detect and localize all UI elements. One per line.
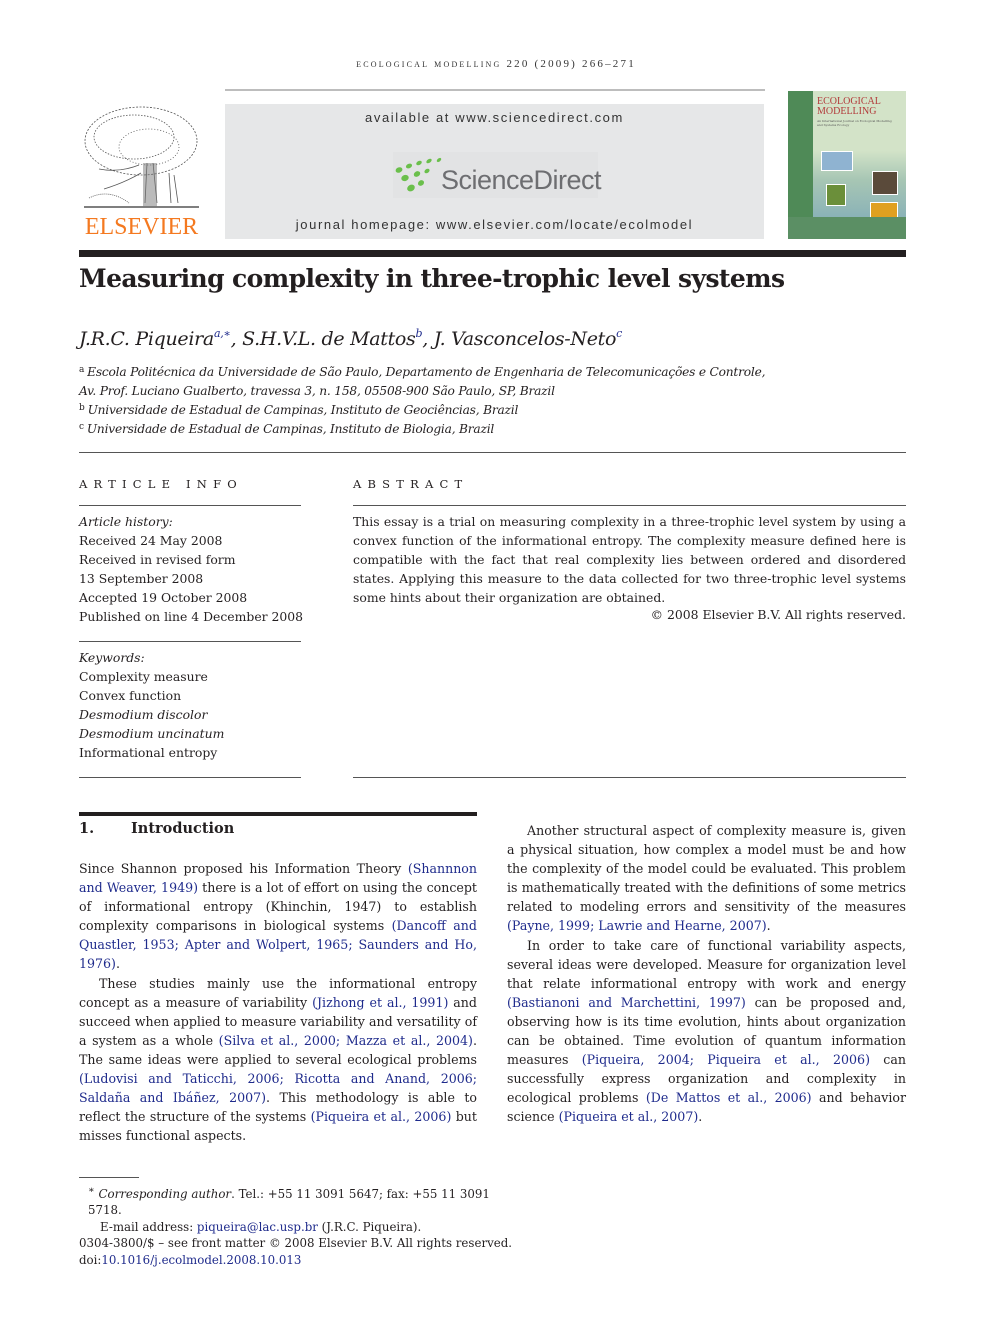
history-item: Received in revised form	[79, 552, 236, 567]
journal-homepage-link[interactable]: journal homepage: www.elsevier.com/locat…	[225, 217, 764, 232]
elsevier-wordmark: ELSEVIER	[84, 214, 199, 240]
article-info-heading: ARTICLE INFO	[79, 477, 243, 491]
paragraph: These studies mainly use the information…	[79, 974, 477, 1146]
history-item: 13 September 2008	[79, 571, 204, 586]
abstract-bottom-rule	[353, 777, 906, 778]
keywords-label: Keywords:	[79, 650, 145, 665]
footnote-rule	[79, 1177, 139, 1178]
email-link[interactable]: piqueira@lac.usp.br	[197, 1220, 318, 1234]
author-list: J.R.C. Piqueiraa,∗, S.H.V.L. de Mattosb,…	[79, 327, 623, 350]
abstract-copyright: © 2008 Elsevier B.V. All rights reserved…	[650, 607, 906, 622]
article-info-rule	[79, 505, 301, 506]
article-info-bottom-rule	[79, 777, 301, 778]
doi-link[interactable]: 10.1016/j.ecolmodel.2008.10.013	[101, 1253, 301, 1267]
front-matter: 0304-3800/$ – see front matter © 2008 El…	[79, 1236, 513, 1251]
author-name: J. Vasconcelos-Neto	[433, 328, 617, 350]
affiliation-b: b Universidade de Estadual de Campinas, I…	[79, 403, 519, 417]
cover-title: ECOLOGICAL MODELLING	[817, 96, 881, 117]
email-note: E-mail address: piqueira@lac.usp.br (J.R…	[100, 1219, 422, 1234]
corresponding-author-note: ∗ Corresponding author. Tel.: +55 11 309…	[88, 1185, 490, 1218]
abstract-rule	[353, 505, 906, 506]
body-text: .	[115, 956, 120, 972]
sciencedirect-dots-icon	[395, 157, 442, 192]
author-name: S.H.V.L. de Mattos	[242, 328, 416, 350]
body-text: .	[766, 918, 771, 934]
abstract-text: This essay is a trial on measuring compl…	[353, 514, 906, 606]
body-text: .	[698, 1109, 703, 1125]
citation-link[interactable]: (Silva et al., 2000; Mazza et al., 2004)	[219, 1033, 473, 1048]
keyword: Desmodium discolor	[79, 707, 208, 722]
citation-link[interactable]: (Piqueira et al., 2006)	[311, 1109, 452, 1124]
citation-link[interactable]: (Bastianoni and Marchettini, 1997)	[507, 995, 746, 1010]
affiliation-rule	[79, 452, 906, 453]
abstract-heading: ABSTRACT	[353, 477, 469, 491]
keywords: Keywords: Complexity measure Convex func…	[79, 648, 309, 762]
body-text: Another structural aspect of complexity …	[507, 823, 906, 915]
keyword: Informational entropy	[79, 745, 218, 760]
running-head: ecological modelling 220 (2009) 266–271	[356, 58, 636, 70]
keyword: Convex function	[79, 688, 182, 703]
body-text: In order to take care of functional vari…	[507, 937, 906, 991]
body-text: Since Shannon proposed his Information T…	[79, 861, 408, 876]
citation-link[interactable]: (Piqueira et al., 2007)	[559, 1109, 699, 1124]
keywords-rule	[79, 641, 301, 642]
cover-image-forest	[872, 171, 898, 195]
cover-subtitle: An International Journal on Ecological M…	[817, 119, 892, 127]
available-at-link[interactable]: available at www.sciencedirect.com	[225, 110, 764, 125]
doi-line: doi:10.1016/j.ecolmodel.2008.10.013	[79, 1252, 302, 1267]
section-title: Introduction	[131, 820, 235, 837]
footnotes: ∗ Corresponding author. Tel.: +55 11 309…	[79, 1183, 519, 1268]
history-label: Article history:	[79, 514, 173, 529]
tree-icon	[84, 106, 199, 208]
section-number: 1.	[79, 820, 95, 837]
citation-link[interactable]: (Piqueira, 2004; Piqueira et al., 2006)	[582, 1052, 870, 1067]
header-rule	[225, 89, 765, 91]
title-rule	[79, 250, 906, 257]
cover-footer	[788, 217, 906, 239]
article-title: Measuring complexity in three-trophic le…	[79, 264, 785, 293]
author-name: J.R.C. Piqueira	[79, 328, 214, 350]
paragraph: Since Shannon proposed his Information T…	[79, 859, 477, 974]
history-item: Published on line 4 December 2008	[79, 609, 304, 624]
body-column-right: Another structural aspect of complexity …	[507, 821, 906, 1127]
article-history: Article history: Received 24 May 2008 Re…	[79, 512, 309, 626]
cover-image-mountain	[821, 151, 853, 171]
journal-cover[interactable]: ECOLOGICAL MODELLING An International Jo…	[788, 91, 906, 239]
history-item: Received 24 May 2008	[79, 533, 223, 548]
author-affiliation-mark[interactable]: c	[616, 327, 622, 340]
author-affiliation-mark[interactable]: a,∗	[214, 327, 231, 340]
keyword: Desmodium uncinatum	[79, 726, 225, 741]
body-column-left: Since Shannon proposed his Information T…	[79, 859, 477, 1145]
affiliation-c: c Universidade de Estadual de Campinas, I…	[79, 422, 495, 436]
paragraph: Another structural aspect of complexity …	[507, 821, 906, 936]
affiliation-a: a Escola Politécnica da Universidade de S…	[79, 365, 766, 379]
sciencedirect-wordmark: ScienceDirect	[441, 165, 602, 195]
affiliation-a-address: Av. Prof. Luciano Gualberto, travessa 3,…	[79, 384, 555, 398]
keyword: Complexity measure	[79, 669, 208, 684]
paragraph: In order to take care of functional vari…	[507, 936, 906, 1127]
section-heading: 1. Introduction	[79, 820, 234, 837]
section-rule	[79, 812, 477, 816]
citation-link[interactable]: (De Mattos et al., 2006)	[646, 1090, 812, 1105]
citation-link[interactable]: (Payne, 1999; Lawrie and Hearne, 2007)	[507, 918, 767, 933]
history-item: Accepted 19 October 2008	[79, 590, 248, 605]
cover-image-butterfly	[826, 184, 846, 206]
citation-link[interactable]: (Jizhong et al., 1991)	[312, 995, 448, 1010]
